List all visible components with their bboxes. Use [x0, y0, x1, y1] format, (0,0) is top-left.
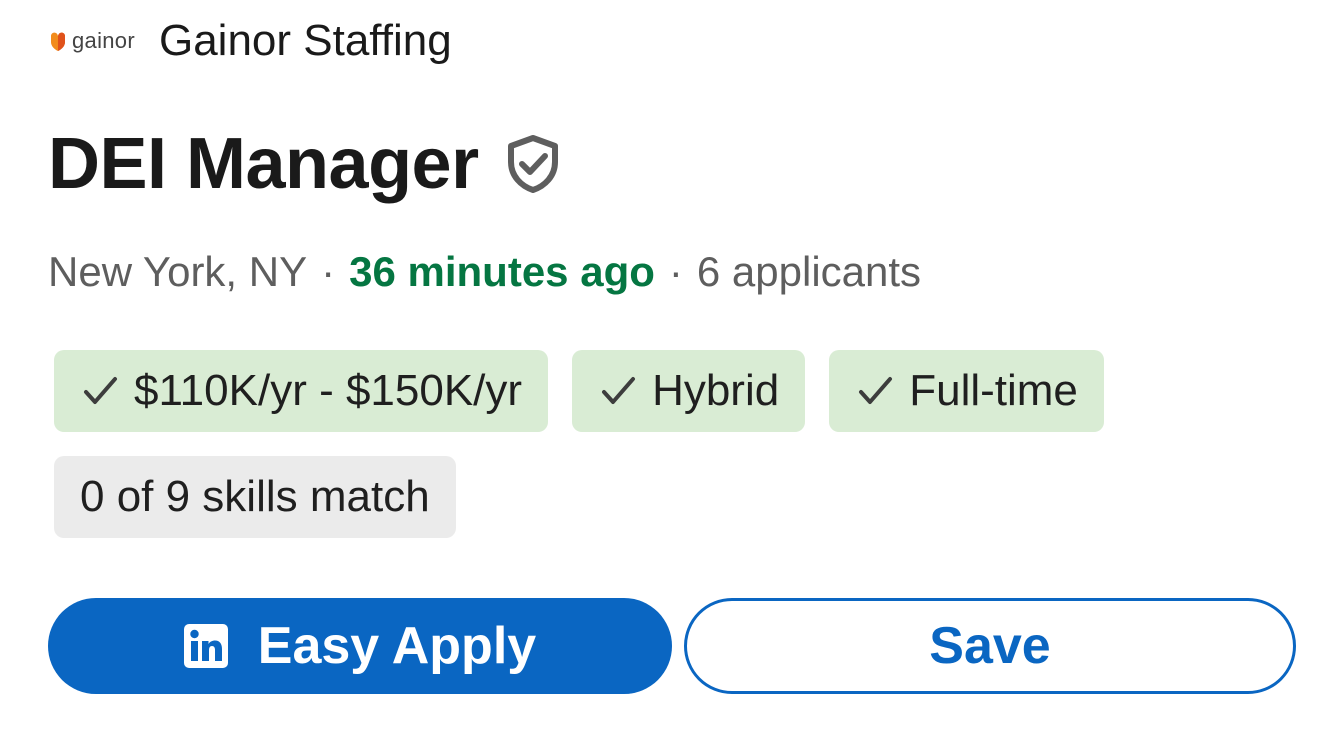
check-icon	[598, 371, 638, 411]
skills-match-chip[interactable]: 0 of 9 skills match	[54, 456, 456, 538]
meta-separator: ·	[321, 248, 336, 295]
title-row: DEI Manager	[48, 122, 561, 206]
meta-separator: ·	[668, 248, 683, 295]
shield-check-icon[interactable]	[505, 134, 561, 194]
gainor-leaf-icon	[48, 30, 68, 52]
company-logo[interactable]: gainor	[48, 28, 135, 54]
check-icon	[855, 371, 895, 411]
chip-label: $110K/yr - $150K/yr	[134, 366, 523, 415]
employment-type-chip: Full-time	[829, 350, 1104, 432]
company-name[interactable]: Gainor Staffing	[159, 16, 452, 66]
save-button[interactable]: Save	[684, 598, 1296, 694]
job-meta: New York, NY · 36 minutes ago · 6 applic…	[48, 244, 921, 300]
linkedin-icon	[183, 624, 228, 668]
skills-match-label: 0 of 9 skills match	[80, 472, 430, 521]
check-icon	[80, 371, 120, 411]
logo-wordmark: gainor	[72, 28, 135, 53]
workplace-chip: Hybrid	[572, 350, 806, 432]
chip-label: Hybrid	[652, 366, 780, 415]
easy-apply-button[interactable]: Easy Apply	[48, 598, 672, 694]
job-location: New York, NY	[48, 248, 308, 295]
job-title: DEI Manager	[48, 124, 479, 204]
job-insight-chips: $110K/yr - $150K/yr Hybrid Full-time	[54, 350, 1104, 432]
company-header: gainor Gainor Staffing	[48, 14, 452, 68]
salary-chip: $110K/yr - $150K/yr	[54, 350, 549, 432]
easy-apply-label: Easy Apply	[257, 617, 537, 675]
job-card: gainor Gainor Staffing DEI Manager New Y…	[0, 0, 1344, 751]
posted-time: 36 minutes ago	[349, 248, 655, 295]
save-label: Save	[929, 617, 1051, 675]
applicant-count: 6 applicants	[696, 248, 922, 295]
chip-label: Full-time	[909, 366, 1078, 415]
